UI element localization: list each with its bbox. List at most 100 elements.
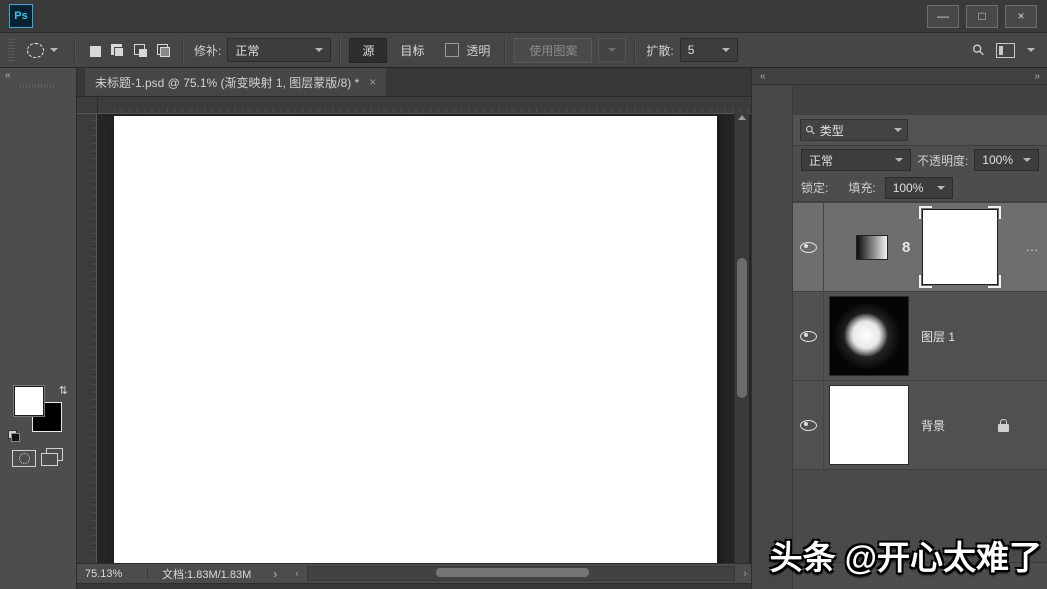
background-thumbnail[interactable]: [829, 385, 909, 465]
separator: [74, 37, 76, 63]
patch-tool-icon: [27, 43, 44, 58]
pasteboard: [97, 113, 751, 563]
scroll-right-icon[interactable]: ›: [739, 568, 751, 580]
screen-mode-button[interactable]: [46, 448, 63, 461]
document-tab-bar: 未标题-1.psd @ 75.1% (渐变映射 1, 图层蒙版/8) * ×: [77, 68, 751, 97]
collapse-strip-icon[interactable]: «: [760, 71, 765, 82]
layer-name[interactable]: 图层 1: [921, 328, 955, 345]
visibility-toggle[interactable]: [793, 292, 824, 380]
layer-row-gradient-map[interactable]: 8 ...: [793, 203, 1047, 292]
layer-row-ellipsis: ...: [1026, 240, 1039, 254]
document-tab[interactable]: 未标题-1.psd @ 75.1% (渐变映射 1, 图层蒙版/8) * ×: [85, 68, 386, 96]
dock-header: « »: [752, 68, 1047, 85]
patch-tool-preset[interactable]: [19, 43, 66, 58]
vertical-scroll-thumb[interactable]: [737, 258, 747, 398]
foreground-color-swatch[interactable]: [14, 386, 44, 416]
layer-list: 8 ...: [793, 202, 1047, 562]
visibility-toggle[interactable]: [793, 203, 824, 291]
workspace-chevron-icon[interactable]: [1027, 48, 1035, 52]
horizontal-scrollbar[interactable]: [307, 566, 735, 581]
pattern-picker-dropdown[interactable]: [598, 38, 626, 62]
horizontal-scroll-thumb[interactable]: [436, 568, 590, 577]
mask-selection-corner: [988, 275, 1001, 288]
target-button[interactable]: 目标: [387, 38, 437, 63]
blend-mode-select[interactable]: 正常: [801, 149, 911, 171]
use-pattern-button[interactable]: 使用图案: [514, 38, 592, 63]
mask-selection-corner: [988, 206, 1001, 219]
mask-link-icon[interactable]: 8: [902, 239, 910, 256]
collapse-panels-icon[interactable]: »: [1034, 71, 1039, 82]
mask-selection-corner: [919, 206, 932, 219]
tab-close-icon[interactable]: ×: [369, 75, 376, 89]
quick-mask-button[interactable]: [12, 450, 36, 467]
lock-row: 锁定: 填充: 100%: [793, 174, 1047, 202]
vertical-scrollbar[interactable]: [734, 113, 749, 563]
selection-mode-intersect[interactable]: [157, 44, 170, 57]
layer-mask-thumbnail[interactable]: [919, 206, 1001, 288]
title-bar: Ps — □ ×: [0, 0, 1047, 33]
default-colors-icon[interactable]: [8, 430, 20, 442]
options-gripper: [8, 39, 15, 61]
status-bar: 75.13% 文档:1.83M/1.83M › ‹ ›: [77, 563, 751, 583]
layer-name[interactable]: 背景: [921, 417, 945, 434]
canvas-zone: [77, 97, 751, 563]
patch-mode-label: 修补:: [194, 42, 221, 59]
source-button[interactable]: 源: [349, 38, 387, 63]
layer-1-thumbnail[interactable]: [829, 296, 909, 376]
watermark: 头条 @开心太难了: [770, 531, 1042, 579]
color-swatches: ⇅: [8, 386, 68, 438]
rose-artwork: [114, 116, 717, 563]
photoshop-logo: Ps: [9, 4, 33, 28]
opacity-input[interactable]: 100%: [974, 149, 1039, 171]
separator: [339, 37, 341, 63]
layer-lock-icon: [998, 424, 1009, 432]
options-bar: 修补: 正常 源 目标 透明 使用图案 扩散: 5 ⚲: [0, 33, 1047, 68]
toolbar-gripper: [20, 84, 56, 88]
document-canvas[interactable]: [114, 116, 717, 563]
layer-row-layer-1[interactable]: 图层 1: [793, 292, 1047, 381]
separator: [504, 37, 506, 63]
gradient-map-thumbnail[interactable]: [856, 235, 888, 260]
toolbar-collapse-icon[interactable]: «: [5, 70, 10, 81]
scroll-up-icon[interactable]: [738, 115, 746, 120]
patch-mode-select[interactable]: 正常: [227, 38, 331, 62]
selection-mode-new[interactable]: [88, 44, 101, 57]
mask-selection-corner: [919, 275, 932, 288]
chevron-down-icon: [50, 48, 58, 52]
maximize-button[interactable]: □: [966, 5, 998, 28]
visibility-toggle[interactable]: [793, 381, 824, 469]
selection-mode-subtract[interactable]: [134, 44, 147, 57]
panel-dock: « » ⚲ 类型 正常 不透明度:: [751, 68, 1047, 589]
vertical-ruler: [77, 113, 97, 563]
opacity-label: 不透明度:: [917, 152, 968, 169]
tool-bar: « ⇅: [0, 68, 77, 589]
diffusion-select[interactable]: 5: [680, 38, 738, 62]
layers-panel-group: ⚲ 类型 正常 不透明度: 100% 锁定:: [793, 85, 1047, 589]
scroll-left-icon[interactable]: ‹: [291, 568, 303, 580]
document-size-info: 文档:1.83M/1.83M: [154, 566, 259, 582]
search-icon[interactable]: ⚲: [968, 40, 989, 61]
horizontal-ruler: [97, 97, 751, 114]
diffusion-label: 扩散:: [646, 42, 673, 59]
eye-icon: [800, 242, 817, 253]
close-button[interactable]: ×: [1005, 5, 1037, 28]
transparent-checkbox[interactable]: [445, 43, 459, 57]
filter-type-select[interactable]: ⚲ 类型: [800, 119, 908, 141]
minimize-button[interactable]: —: [927, 5, 959, 28]
selection-mode-add[interactable]: [111, 44, 124, 57]
opacity-value: 100%: [982, 153, 1013, 167]
search-icon: ⚲: [802, 122, 818, 138]
fill-input[interactable]: 100%: [885, 177, 953, 199]
window-bottom-edge: [77, 583, 751, 589]
patch-mode-value: 正常: [235, 42, 259, 59]
eye-icon: [800, 331, 817, 342]
workspace-switcher-icon[interactable]: [996, 43, 1015, 58]
status-chevron-icon[interactable]: ›: [273, 567, 277, 581]
blend-mode-value: 正常: [809, 152, 833, 169]
separator: [182, 37, 184, 63]
layer-row-background[interactable]: 背景: [793, 381, 1047, 470]
swap-colors-icon[interactable]: ⇅: [59, 384, 68, 397]
separator: [634, 37, 636, 63]
filter-type-value: 类型: [820, 122, 844, 139]
zoom-level-field[interactable]: 75.13%: [77, 568, 141, 580]
